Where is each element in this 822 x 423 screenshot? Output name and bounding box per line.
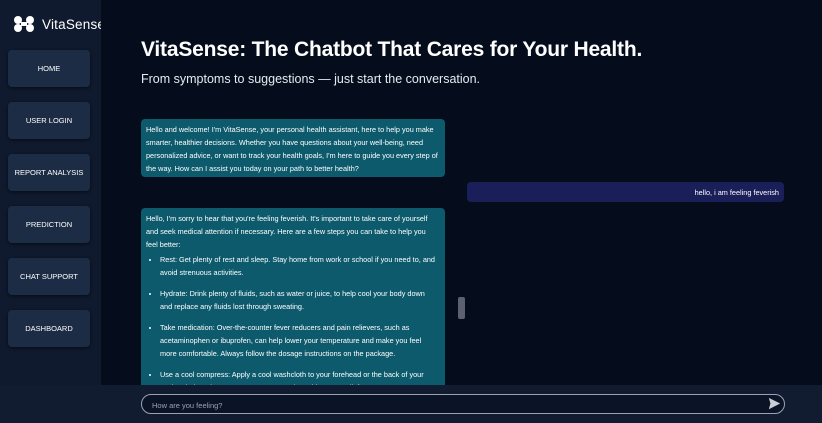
bot-message-text: Hello and welcome! I'm VitaSense, your p… [146,125,438,173]
list-item: Use a cool compress: Apply a cool washcl… [160,368,439,385]
nav-prediction-button[interactable]: PREDICTION [8,206,90,243]
chat-input-wrapper[interactable] [141,394,785,414]
main-content: VitaSense: The Chatbot That Cares for Yo… [101,0,822,385]
nav-home-button[interactable]: HOME [8,50,90,87]
bot-message: Hello, I'm sorry to hear that you're fee… [141,208,445,385]
chat-input[interactable] [150,397,754,413]
app-name: VitaSense [42,16,106,32]
chat-messages[interactable]: Hello and welcome! I'm VitaSense, your p… [101,110,822,385]
logo-icon [14,16,34,32]
send-icon[interactable] [768,397,781,410]
list-item: Hydrate: Drink plenty of fluids, such as… [160,287,439,313]
brand-logo[interactable]: VitaSense [12,14,105,34]
nav-dashboard-button[interactable]: DASHBOARD [8,310,90,347]
page-title: VitaSense: The Chatbot That Cares for Yo… [141,38,643,61]
nav-chat-support-button[interactable]: CHAT SUPPORT [8,258,90,295]
sidebar: VitaSense HOME USER LOGIN REPORT ANALYSI… [0,0,105,423]
list-item: Rest: Get plenty of rest and sleep. Stay… [160,253,439,279]
user-message: hello, i am feeling feverish [467,182,784,202]
page-subtitle: From symptoms to suggestions — just star… [141,72,481,86]
chat-input-bar [0,385,822,423]
bot-message-intro: Hello, I'm sorry to hear that you're fee… [146,214,428,249]
advice-list: Rest: Get plenty of rest and sleep. Stay… [146,253,439,385]
nav-user-login-button[interactable]: USER LOGIN [8,102,90,139]
list-item: Take medication: Over-the-counter fever … [160,321,439,360]
scrollbar-handle[interactable] [458,297,465,319]
nav-report-analysis-button[interactable]: REPORT ANALYSIS [8,154,90,191]
bot-message: Hello and welcome! I'm VitaSense, your p… [141,119,445,177]
user-message-text: hello, i am feeling feverish [694,187,779,197]
